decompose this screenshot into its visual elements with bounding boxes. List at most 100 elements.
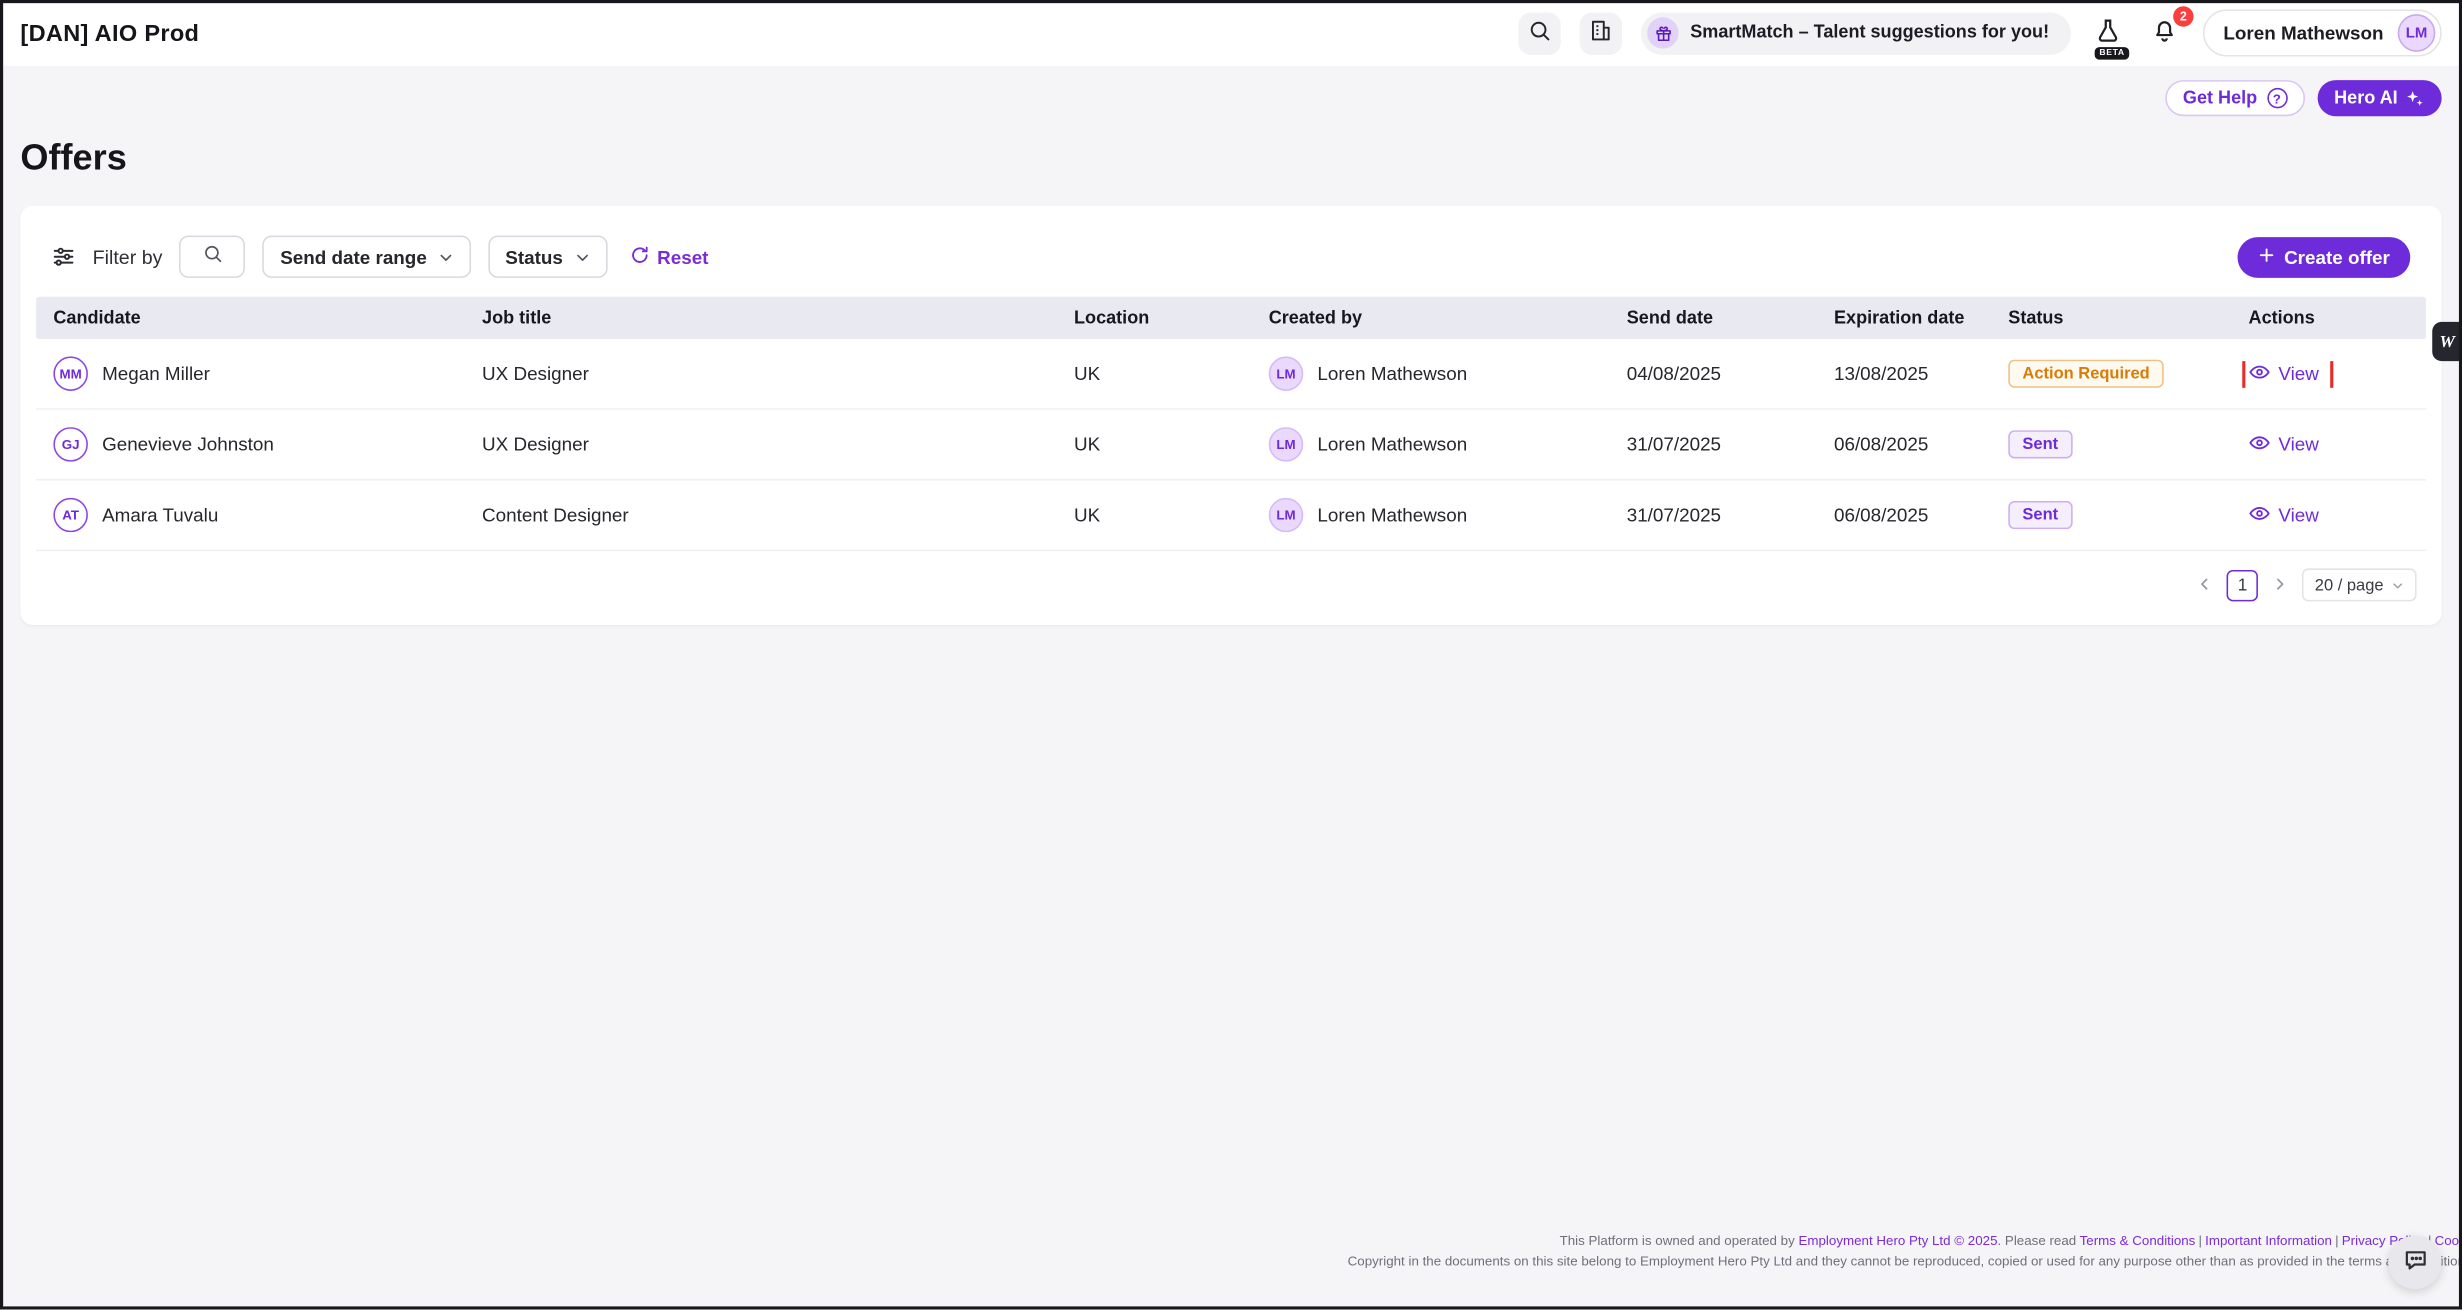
labs-beta-button[interactable]: BETA [2090, 12, 2128, 54]
page-size-label: 20 / page [2315, 575, 2384, 594]
location: UK [1057, 363, 1252, 385]
send-date: 04/08/2025 [1609, 363, 1816, 385]
column-header: Job title [465, 309, 1057, 328]
sparkle-icon [2406, 89, 2425, 108]
user-avatar: LM [2398, 14, 2436, 52]
chat-launcher-button[interactable] [2388, 1236, 2441, 1289]
location: UK [1057, 504, 1252, 526]
organisation-button[interactable] [1580, 12, 1622, 54]
table-row[interactable]: AT Amara Tuvalu Content Designer UK LM L… [36, 480, 2426, 551]
table-row[interactable]: MM Megan Miller UX Designer UK LM Loren … [36, 339, 2426, 410]
page-title: Offers [20, 137, 2441, 179]
view-label: View [2278, 504, 2319, 526]
pagination: 1 20 / page [36, 551, 2426, 609]
chevron-left-icon [2197, 573, 2213, 597]
next-page-button[interactable] [2272, 573, 2288, 597]
chevron-right-icon [2272, 573, 2288, 597]
column-header: Expiration date [1817, 309, 1991, 328]
column-header: Send date [1609, 309, 1816, 328]
top-bar: [DAN] AIO Prod SmartMatch – Talent sugge… [0, 0, 2462, 66]
candidate-avatar: MM [53, 356, 88, 391]
filter-sliders-icon [52, 245, 76, 269]
offers-card: Filter by Send date range Status [20, 206, 2441, 625]
hero-ai-button[interactable]: Hero AI [2317, 80, 2442, 116]
terms-conditions-link[interactable]: Terms & Conditions [2080, 1233, 2196, 1249]
created-by-avatar: LM [1269, 356, 1304, 391]
location: UK [1057, 433, 1252, 455]
table-header-row: Candidate Job title Location Created by … [36, 297, 2426, 339]
smartmatch-banner-button[interactable]: SmartMatch – Talent suggestions for you! [1642, 12, 2072, 54]
search-button[interactable] [1519, 12, 1561, 54]
plus-icon [2257, 246, 2274, 268]
reset-label: Reset [657, 246, 708, 268]
send-date-range-filter[interactable]: Send date range [263, 236, 471, 278]
app-title: [DAN] AIO Prod [20, 20, 199, 47]
chevron-down-icon [574, 249, 590, 265]
filter-by-label: Filter by [93, 246, 163, 268]
page-content: Get Help ? Hero AI Offers Filter by [0, 66, 2462, 625]
offers-table: Candidate Job title Location Created by … [36, 297, 2426, 551]
status-filter[interactable]: Status [488, 236, 607, 278]
building-icon [1590, 19, 1614, 47]
page-number-button[interactable]: 1 [2227, 569, 2258, 600]
column-header: Actions [2231, 309, 2426, 328]
view-offer-button[interactable]: View [2249, 360, 2319, 387]
reset-icon [629, 244, 649, 269]
hero-ai-label: Hero AI [2334, 89, 2398, 108]
topbar-actions: SmartMatch – Talent suggestions for you!… [1519, 9, 2442, 56]
employment-hero-link[interactable]: Employment Hero Pty Ltd © 2025 [1798, 1233, 1997, 1249]
send-date-range-label: Send date range [280, 246, 427, 268]
notifications-button[interactable]: 2 [2146, 12, 2184, 54]
side-widget-tab[interactable]: W [2432, 322, 2462, 361]
user-menu[interactable]: Loren Mathewson LM [2203, 9, 2442, 56]
page-size-select[interactable]: 20 / page [2302, 568, 2416, 601]
footer-text: This Platform is owned and operated by [1560, 1233, 1799, 1249]
job-title: Content Designer [465, 504, 1057, 526]
create-offer-label: Create offer [2284, 246, 2390, 268]
view-offer-button[interactable]: View [2249, 431, 2319, 458]
expiration-date: 13/08/2025 [1817, 363, 1991, 385]
get-help-label: Get Help [2183, 89, 2257, 108]
expiration-date: 06/08/2025 [1817, 433, 1991, 455]
column-header: Created by [1251, 309, 1609, 328]
candidate-avatar: GJ [53, 427, 88, 462]
smartmatch-gift-icon [1648, 17, 1679, 48]
footer-line-2: Copyright in the documents on this site … [1348, 1251, 2462, 1271]
filter-bar: Filter by Send date range Status [36, 221, 2426, 296]
created-by-avatar: LM [1269, 498, 1304, 533]
footer-line-1: This Platform is owned and operated by E… [1348, 1231, 2462, 1251]
job-title: UX Designer [465, 433, 1057, 455]
candidate-name: Genevieve Johnston [102, 433, 274, 455]
beta-badge: BETA [2095, 46, 2130, 59]
create-offer-button[interactable]: Create offer [2237, 236, 2410, 277]
question-circle-icon: ? [2267, 88, 2287, 108]
user-name: Loren Mathewson [2223, 22, 2383, 44]
column-header: Candidate [36, 309, 465, 328]
candidate-name: Amara Tuvalu [102, 504, 218, 526]
status-badge: Sent [2008, 501, 2072, 530]
chevron-down-icon [438, 249, 454, 265]
eye-icon [2249, 502, 2271, 529]
search-icon [1528, 19, 1552, 47]
expiration-date: 06/08/2025 [1817, 504, 1991, 526]
legal-footer: This Platform is owned and operated by E… [1348, 1231, 2462, 1272]
created-by-name: Loren Mathewson [1317, 433, 1467, 455]
view-label: View [2278, 363, 2319, 385]
view-offer-button[interactable]: View [2249, 502, 2319, 529]
search-input[interactable] [180, 236, 246, 278]
cookie-policy-link[interactable]: Cookie Policy [2435, 1233, 2462, 1249]
smartmatch-label: SmartMatch – Talent suggestions for you! [1690, 24, 2049, 43]
reset-filters-button[interactable]: Reset [629, 244, 709, 269]
eye-icon [2249, 431, 2271, 458]
column-header: Location [1057, 309, 1252, 328]
footer-text: . Please read [1998, 1233, 2080, 1249]
view-label: View [2278, 433, 2319, 455]
created-by-name: Loren Mathewson [1317, 504, 1467, 526]
previous-page-button[interactable] [2197, 573, 2213, 597]
status-badge: Sent [2008, 430, 2072, 459]
get-help-button[interactable]: Get Help ? [2166, 80, 2305, 116]
eye-icon [2249, 360, 2271, 387]
table-row[interactable]: GJ Genevieve Johnston UX Designer UK LM … [36, 410, 2426, 481]
send-date: 31/07/2025 [1609, 504, 1816, 526]
important-information-link[interactable]: Important Information [2205, 1233, 2332, 1249]
